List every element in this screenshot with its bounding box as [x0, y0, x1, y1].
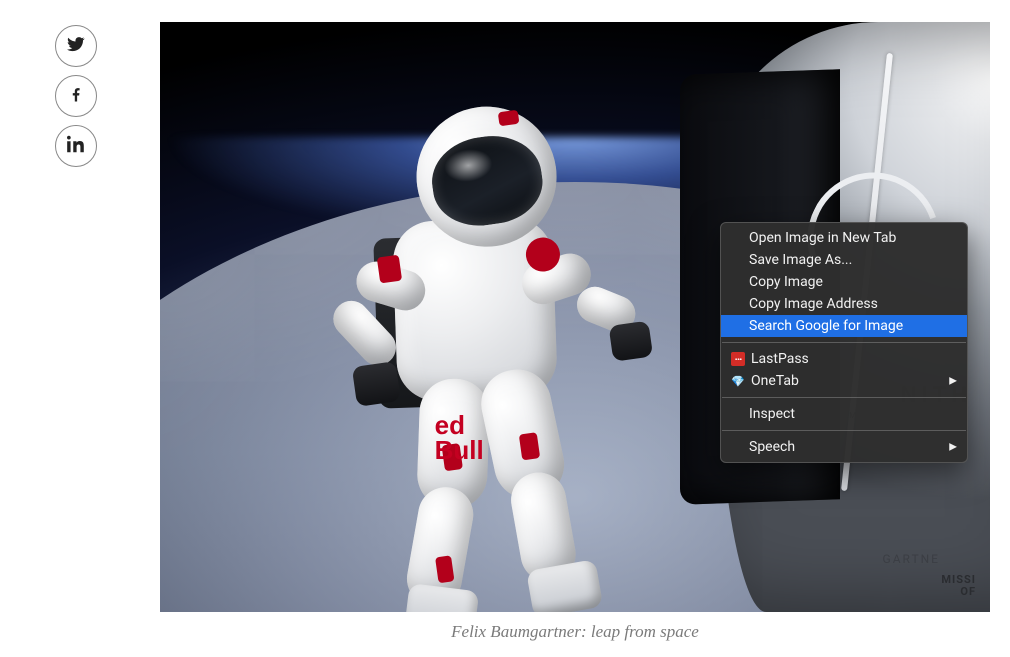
context-menu-label: OneTab	[751, 373, 799, 389]
article-figure: NITH M A N U F A C T U R E GARTNE MISSI …	[160, 22, 990, 642]
context-menu-item-copy-address[interactable]: Copy Image Address	[721, 293, 967, 315]
context-menu-separator	[722, 430, 966, 431]
share-column	[55, 25, 97, 167]
context-menu-separator	[722, 342, 966, 343]
context-menu-item-onetab[interactable]: 💎 OneTab ▶	[721, 370, 967, 392]
onetab-icon: 💎	[731, 374, 745, 388]
context-menu-separator	[722, 397, 966, 398]
image-caption: Felix Baumgartner: leap from space	[160, 622, 990, 642]
submenu-arrow-icon: ▶	[949, 442, 957, 453]
context-menu: Open Image in New Tab Save Image As... C…	[720, 222, 968, 463]
page: NITH M A N U F A C T U R E GARTNE MISSI …	[0, 0, 1010, 657]
context-menu-label: LastPass	[751, 351, 809, 367]
lastpass-icon: ···	[731, 352, 745, 366]
context-menu-item-copy-image[interactable]: Copy Image	[721, 271, 967, 293]
facebook-icon	[67, 85, 85, 107]
share-linkedin-button[interactable]	[55, 125, 97, 167]
context-menu-item-search-google[interactable]: Search Google for Image	[721, 315, 967, 337]
linkedin-icon	[67, 135, 85, 157]
context-menu-item-inspect[interactable]: Inspect	[721, 403, 967, 425]
hero-image[interactable]: NITH M A N U F A C T U R E GARTNE MISSI …	[160, 22, 990, 612]
twitter-icon	[67, 35, 85, 57]
context-menu-item-save-as[interactable]: Save Image As...	[721, 249, 967, 271]
context-menu-label: Speech	[749, 439, 795, 455]
context-menu-item-speech[interactable]: Speech ▶	[721, 436, 967, 458]
submenu-arrow-icon: ▶	[949, 376, 957, 387]
context-menu-item-lastpass[interactable]: ··· LastPass	[721, 348, 967, 370]
share-twitter-button[interactable]	[55, 25, 97, 67]
context-menu-item-open-new-tab[interactable]: Open Image in New Tab	[721, 227, 967, 249]
share-facebook-button[interactable]	[55, 75, 97, 117]
